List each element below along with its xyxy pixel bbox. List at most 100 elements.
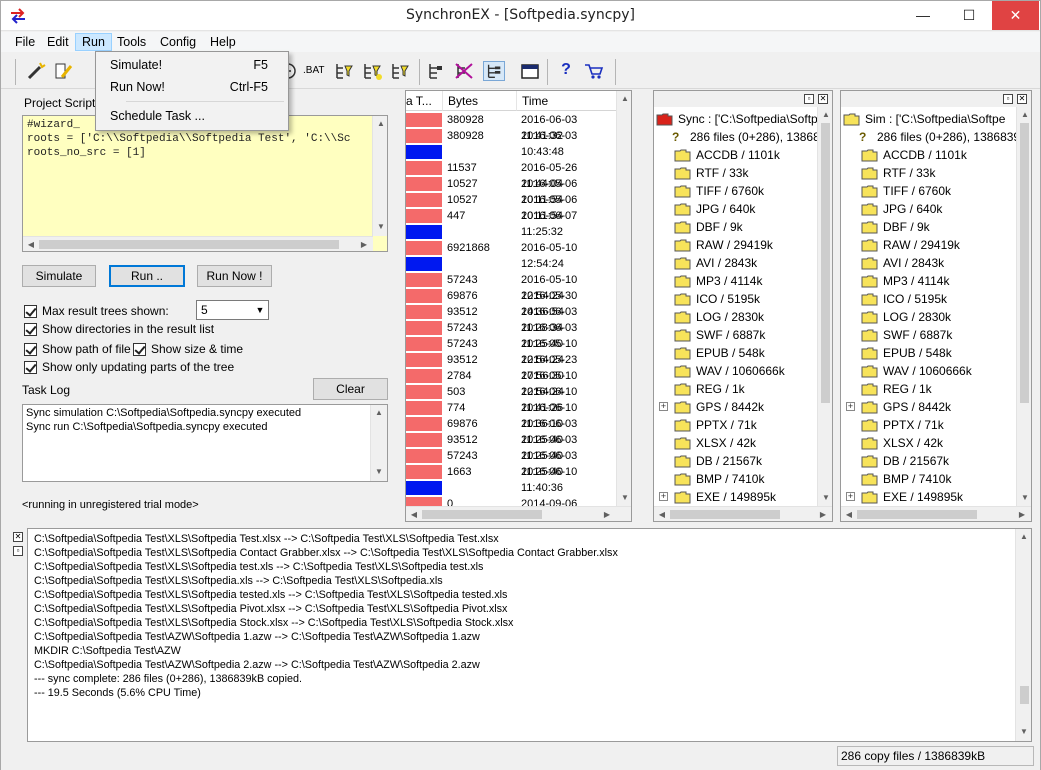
file-row[interactable]: 6921868 2016-05-10 12:54:24: [406, 240, 616, 270]
file-row[interactable]: [406, 144, 616, 160]
checkbox-box[interactable]: [24, 343, 37, 356]
file-row[interactable]: 93512 2016-06-03 11:25:40: [406, 432, 616, 462]
scroll-down-icon[interactable]: ▼: [372, 465, 386, 479]
scroll-up-icon[interactable]: ▲: [1017, 530, 1031, 544]
scroll-up-icon[interactable]: ▲: [372, 406, 386, 420]
close-icon[interactable]: ✕: [1017, 94, 1027, 104]
filter-icon[interactable]: [333, 61, 355, 81]
output-scrollbar[interactable]: ▲ ▼: [1015, 529, 1031, 741]
menu-run[interactable]: Run: [75, 33, 112, 51]
tree-delete-icon[interactable]: [453, 61, 475, 81]
checkbox-box[interactable]: [133, 343, 146, 356]
scroll-right-icon[interactable]: ▶: [1015, 508, 1029, 521]
file-row[interactable]: 10527 2016-05-06 10:11:54: [406, 192, 616, 222]
wand-icon[interactable]: [25, 61, 47, 81]
scroll-up-icon[interactable]: ▲: [374, 117, 387, 131]
calendar-icon[interactable]: [519, 61, 541, 81]
checkbox-box[interactable]: [24, 323, 37, 336]
scroll-right-icon[interactable]: ▶: [600, 508, 614, 521]
menu-tools[interactable]: Tools: [111, 33, 152, 51]
sync-output-log[interactable]: C:\Softpedia\Softpedia Test\XLS\Softpedi…: [27, 528, 1032, 742]
file-row[interactable]: 57243 2016-05-10 12:54:24: [406, 336, 616, 366]
task-log-scrollbar[interactable]: ▲ ▼: [370, 405, 387, 481]
file-row[interactable]: [406, 256, 616, 272]
scrollbar-thumb[interactable]: [422, 510, 542, 519]
checkbox-box[interactable]: [24, 305, 37, 318]
cart-icon[interactable]: [583, 61, 605, 81]
column-header-type[interactable]: a T...: [406, 91, 443, 111]
project-script-editor[interactable]: #wizard_ roots = ['C:\\Softpedia\\Softped…: [22, 115, 388, 252]
scroll-up-icon[interactable]: ▲: [1018, 108, 1031, 122]
menu-schedule-task[interactable]: Schedule Task ...: [98, 105, 286, 127]
menu-help[interactable]: Help: [204, 33, 242, 51]
sync-tree-scrollbar[interactable]: ▲ ▼: [817, 107, 832, 507]
show-updating-checkbox[interactable]: Show only updating parts of the tree: [24, 360, 234, 376]
clear-button[interactable]: Clear: [313, 378, 388, 400]
scrollbar-thumb[interactable]: [821, 123, 830, 403]
filter-star-icon[interactable]: [361, 61, 383, 81]
file-row[interactable]: 57243 2016-06-03 11:25:40: [406, 320, 616, 350]
simulate-button[interactable]: Simulate: [22, 265, 96, 287]
file-row[interactable]: 69876 2016-05-30 14:36:54: [406, 288, 616, 318]
menu-file[interactable]: File: [9, 33, 41, 51]
sync-tree-pane[interactable]: ▫ ✕ Sync : ['C:\Softpedia\Softp? 286 file…: [653, 90, 833, 522]
scroll-up-icon[interactable]: ▲: [819, 108, 832, 122]
file-list-horizontal-scrollbar[interactable]: ◀ ▶: [406, 506, 631, 521]
column-header-time[interactable]: Time: [517, 91, 631, 111]
maximize-button[interactable]: ☐: [946, 1, 992, 30]
task-log[interactable]: Sync simulation C:\Softpedia\Softpedia.s…: [22, 404, 388, 482]
scroll-down-icon[interactable]: ▼: [1018, 491, 1031, 505]
max-trees-select[interactable]: 5 ▼: [196, 300, 269, 320]
file-list-vertical-scrollbar[interactable]: ▲ ▼: [616, 91, 631, 507]
file-row[interactable]: 380928 2016-06-03 11:41:32: [406, 112, 616, 142]
sim-tree-hscrollbar[interactable]: ◀ ▶: [841, 506, 1031, 521]
expand-icon[interactable]: +: [659, 402, 668, 411]
close-icon[interactable]: ✕: [13, 532, 23, 542]
chevron-down-icon[interactable]: ▼: [252, 301, 268, 319]
file-row[interactable]: 93512 2016-06-03 11:28:34: [406, 304, 616, 334]
minimize-button[interactable]: —: [900, 1, 946, 30]
file-row[interactable]: [406, 224, 616, 240]
restore-icon[interactable]: ▫: [13, 546, 23, 556]
scroll-up-icon[interactable]: ▲: [618, 92, 631, 106]
file-row[interactable]: 10527 2016-05-06 10:11:54: [406, 176, 616, 206]
file-row[interactable]: 57243 2016-06-03 11:25:40: [406, 448, 616, 478]
run-now-button[interactable]: Run Now !: [197, 265, 272, 287]
edit-script-icon[interactable]: [53, 61, 75, 81]
tree-view-icon[interactable]: [483, 61, 505, 81]
scroll-down-icon[interactable]: ▼: [618, 491, 631, 505]
show-path-checkbox[interactable]: Show path of file: [24, 342, 131, 358]
restore-icon[interactable]: ▫: [1003, 94, 1013, 104]
sync-tree-hscrollbar[interactable]: ◀ ▶: [654, 506, 832, 521]
close-button[interactable]: ✕: [992, 1, 1039, 30]
checkbox-box[interactable]: [24, 361, 37, 374]
file-row[interactable]: 69876 2016-06-03 11:25:40: [406, 416, 616, 446]
sim-tree-pane[interactable]: ▫ ✕ Sim : ['C:\Softpedia\Softpe? 286 file…: [840, 90, 1032, 522]
tree-icon[interactable]: [425, 61, 447, 81]
expand-icon[interactable]: +: [846, 402, 855, 411]
expand-icon[interactable]: +: [659, 492, 668, 501]
scroll-right-icon[interactable]: ▶: [816, 508, 830, 521]
file-row[interactable]: 11537 2016-05-26 11:44:04: [406, 160, 616, 190]
script-vertical-scrollbar[interactable]: ▲ ▼: [372, 116, 387, 236]
filter-check-icon[interactable]: [389, 61, 411, 81]
show-size-checkbox[interactable]: Show size & time: [133, 342, 243, 358]
help-icon[interactable]: ?: [555, 61, 577, 81]
scroll-down-icon[interactable]: ▼: [1017, 725, 1031, 739]
file-row[interactable]: 503 2016-06-10 11:41:26: [406, 384, 616, 414]
menu-simulate[interactable]: Simulate! F5: [98, 54, 286, 76]
script-horizontal-scrollbar[interactable]: ◀ ▶: [23, 236, 373, 251]
file-row[interactable]: 57243 2016-05-10 12:54:24: [406, 272, 616, 302]
scrollbar-thumb[interactable]: [857, 510, 977, 519]
column-header-bytes[interactable]: Bytes: [443, 91, 517, 111]
file-list[interactable]: a T... Bytes Time 380928 2016-06-03 11:41…: [405, 90, 632, 522]
run-button[interactable]: Run ..: [109, 265, 185, 287]
file-row[interactable]: 93512 2016-05-23 17:56:30: [406, 352, 616, 382]
file-row[interactable]: 774 2016-06-10 11:36:10: [406, 400, 616, 430]
sim-tree-scrollbar[interactable]: ▲ ▼: [1016, 107, 1031, 507]
menu-edit[interactable]: Edit: [41, 33, 75, 51]
scroll-left-icon[interactable]: ◀: [842, 508, 856, 521]
max-trees-checkbox[interactable]: Max result trees shown:: [24, 304, 194, 320]
close-icon[interactable]: ✕: [818, 94, 828, 104]
show-dirs-checkbox[interactable]: Show directories in the result list: [24, 322, 224, 338]
